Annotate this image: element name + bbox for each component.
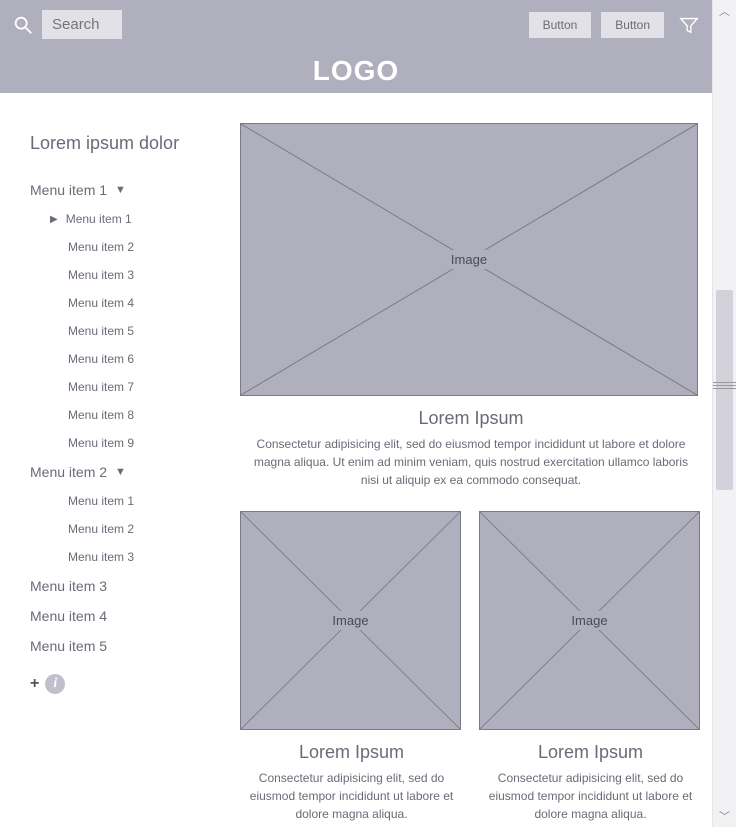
chevron-down-icon: ▼	[115, 466, 126, 478]
submenu-item[interactable]: Menu item 1	[50, 494, 220, 508]
card-small-1: Image Lorem Ipsum Consectetur adipisicin…	[240, 511, 463, 823]
menu-item-4[interactable]: Menu item 4	[30, 608, 220, 624]
search-icon	[12, 14, 34, 36]
submenu-item[interactable]: Menu item 3	[50, 550, 220, 564]
placeholder-label: Image	[324, 611, 376, 630]
submenu-item-label: Menu item 1	[68, 494, 134, 508]
menu-group-1-label: Menu item 1	[30, 182, 107, 198]
submenu-item[interactable]: Menu item 2	[50, 522, 220, 536]
card-title: Lorem Ipsum	[479, 742, 702, 763]
sidebar: Lorem ipsum dolor Menu item 1 ▼ ▶ Menu it…	[0, 93, 230, 827]
submenu-item[interactable]: Menu item 8	[50, 408, 220, 422]
menu-group-2[interactable]: Menu item 2 ▼	[30, 464, 220, 480]
card-desc: Consectetur adipisicing elit, sed do eiu…	[479, 769, 702, 823]
submenu-item[interactable]: ▶ Menu item 1	[50, 212, 220, 226]
logo: LOGO	[0, 49, 712, 87]
submenu-item[interactable]: Menu item 4	[50, 296, 220, 310]
menu-item-label: Menu item 3	[30, 578, 107, 594]
scroll-splitter-icon	[713, 380, 736, 390]
submenu-item[interactable]: Menu item 9	[50, 436, 220, 450]
submenu-item-label: Menu item 1	[66, 212, 132, 226]
menu-group-2-label: Menu item 2	[30, 464, 107, 480]
chevron-down-icon: ▼	[115, 184, 126, 196]
header-button-1[interactable]: Button	[529, 12, 592, 38]
header: Button Button LOGO	[0, 0, 712, 93]
submenu-item[interactable]: Menu item 3	[50, 268, 220, 282]
scroll-thumb[interactable]	[716, 290, 733, 490]
submenu-item-label: Menu item 4	[68, 296, 134, 310]
submenu-item-label: Menu item 8	[68, 408, 134, 422]
menu-item-3[interactable]: Menu item 3	[30, 578, 220, 594]
info-icon[interactable]: i	[45, 674, 65, 694]
play-icon: ▶	[50, 214, 58, 225]
submenu-item-label: Menu item 3	[68, 550, 134, 564]
submenu-item[interactable]: Menu item 2	[50, 240, 220, 254]
submenu-item-label: Menu item 6	[68, 352, 134, 366]
scroll-up-icon[interactable]: ︿	[713, 0, 736, 22]
plus-icon[interactable]: +	[30, 675, 39, 693]
submenu-item[interactable]: Menu item 7	[50, 380, 220, 394]
submenu-item[interactable]: Menu item 6	[50, 352, 220, 366]
menu-item-5[interactable]: Menu item 5	[30, 638, 220, 654]
menu-group-1[interactable]: Menu item 1 ▼	[30, 182, 220, 198]
filter-icon[interactable]	[678, 14, 700, 36]
menu-item-label: Menu item 5	[30, 638, 107, 654]
image-placeholder: Image	[240, 511, 461, 730]
card-small-2: Image Lorem Ipsum Consectetur adipisicin…	[479, 511, 702, 823]
submenu-item-label: Menu item 5	[68, 324, 134, 338]
menu-item-label: Menu item 4	[30, 608, 107, 624]
submenu-item-label: Menu item 7	[68, 380, 134, 394]
image-placeholder: Image	[240, 123, 698, 396]
card-title: Lorem Ipsum	[240, 408, 702, 429]
card-title: Lorem Ipsum	[240, 742, 463, 763]
sidebar-title: Lorem ipsum dolor	[30, 133, 220, 154]
card-desc: Consectetur adipisicing elit, sed do eiu…	[240, 435, 702, 489]
scroll-down-icon[interactable]: ﹀	[713, 805, 736, 827]
search-input[interactable]	[42, 10, 122, 39]
placeholder-label: Image	[443, 250, 495, 269]
submenu-item-label: Menu item 2	[68, 240, 134, 254]
submenu-item-label: Menu item 2	[68, 522, 134, 536]
submenu-item-label: Menu item 9	[68, 436, 134, 450]
placeholder-label: Image	[563, 611, 615, 630]
submenu-item[interactable]: Menu item 5	[50, 324, 220, 338]
card-large: Image Lorem Ipsum Consectetur adipisicin…	[240, 123, 702, 489]
header-button-2[interactable]: Button	[601, 12, 664, 38]
image-placeholder: Image	[479, 511, 700, 730]
submenu-item-label: Menu item 3	[68, 268, 134, 282]
scrollbar[interactable]: ︿ ﹀	[712, 0, 736, 827]
card-desc: Consectetur adipisicing elit, sed do eiu…	[240, 769, 463, 823]
